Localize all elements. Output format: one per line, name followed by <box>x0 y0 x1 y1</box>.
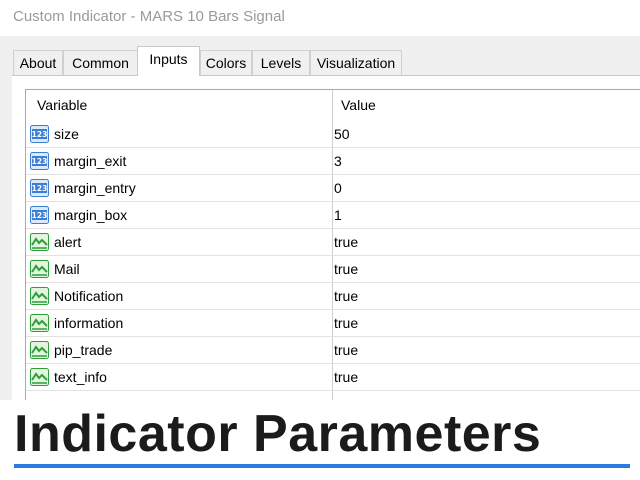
tab-colors[interactable]: Colors <box>200 50 252 75</box>
table-row[interactable]: Mail true <box>26 256 640 283</box>
variable-value[interactable]: true <box>334 342 358 358</box>
table-row[interactable]: 123 margin_exit 3 <box>26 148 640 175</box>
table-row[interactable]: alert true <box>26 229 640 256</box>
variable-name: Mail <box>54 261 80 277</box>
variable-value[interactable]: true <box>334 315 358 331</box>
variable-name: size <box>54 126 79 142</box>
column-header-value[interactable]: Value <box>341 97 376 113</box>
banner-underline <box>14 464 630 468</box>
boolean-icon <box>30 287 49 305</box>
table-row[interactable]: 123 margin_box 1 <box>26 202 640 229</box>
variable-name: margin_exit <box>54 153 127 169</box>
table-row[interactable]: pip_trade true <box>26 337 640 364</box>
boolean-icon <box>30 341 49 359</box>
window-title: Custom Indicator - MARS 10 Bars Signal <box>13 8 285 25</box>
svg-text:123: 123 <box>32 130 48 139</box>
variable-value[interactable]: true <box>334 288 358 304</box>
variable-name: margin_entry <box>54 180 136 196</box>
variable-name: pip_trade <box>54 342 113 358</box>
tab-inputs[interactable]: Inputs <box>137 46 200 76</box>
boolean-icon <box>30 260 49 278</box>
tab-visualization[interactable]: Visualization <box>310 50 402 75</box>
variable-value[interactable]: true <box>334 234 358 250</box>
tab-common[interactable]: Common <box>63 50 138 75</box>
variable-value[interactable]: 50 <box>334 126 350 142</box>
tab-about[interactable]: About <box>13 50 63 75</box>
table-row[interactable]: text_info true <box>26 364 640 391</box>
table-row[interactable]: 123 size 50 <box>26 121 640 148</box>
variable-name: information <box>54 315 124 331</box>
variable-name: Notification <box>54 288 124 304</box>
inputs-table: Variable Value 123 size 50 123 margin_exit 3 1… <box>25 89 640 402</box>
table-row[interactable]: Notification true <box>26 283 640 310</box>
table-row[interactable]: information true <box>26 310 640 337</box>
column-header-variable[interactable]: Variable <box>37 97 87 113</box>
variable-value[interactable]: 1 <box>334 207 342 223</box>
tab-levels[interactable]: Levels <box>252 50 310 75</box>
variable-name: text_info <box>54 369 107 385</box>
variable-value[interactable]: true <box>334 369 358 385</box>
boolean-icon <box>30 233 49 251</box>
caption-banner: Indicator Parameters <box>0 400 640 480</box>
window-titlebar: Custom Indicator - MARS 10 Bars Signal <box>0 0 640 36</box>
table-row[interactable]: 123 margin_entry 0 <box>26 175 640 202</box>
boolean-icon <box>30 368 49 386</box>
integer-icon: 123 <box>30 179 49 197</box>
inputs-panel: Variable Value 123 size 50 123 margin_exit 3 1… <box>12 75 640 402</box>
banner-title: Indicator Parameters <box>14 405 542 463</box>
svg-text:123: 123 <box>32 157 48 166</box>
integer-icon: 123 <box>30 152 49 170</box>
variable-name: margin_box <box>54 207 128 223</box>
svg-text:123: 123 <box>32 184 48 193</box>
table-header: Variable Value <box>26 90 640 121</box>
variable-name: alert <box>54 234 82 250</box>
variable-value[interactable]: 3 <box>334 153 342 169</box>
properties-dialog: About Common Inputs Colors Levels Visual… <box>0 36 640 402</box>
integer-icon: 123 <box>30 125 49 143</box>
variable-value[interactable]: true <box>334 261 358 277</box>
boolean-icon <box>30 314 49 332</box>
svg-text:123: 123 <box>32 211 48 220</box>
integer-icon: 123 <box>30 206 49 224</box>
variable-value[interactable]: 0 <box>334 180 342 196</box>
